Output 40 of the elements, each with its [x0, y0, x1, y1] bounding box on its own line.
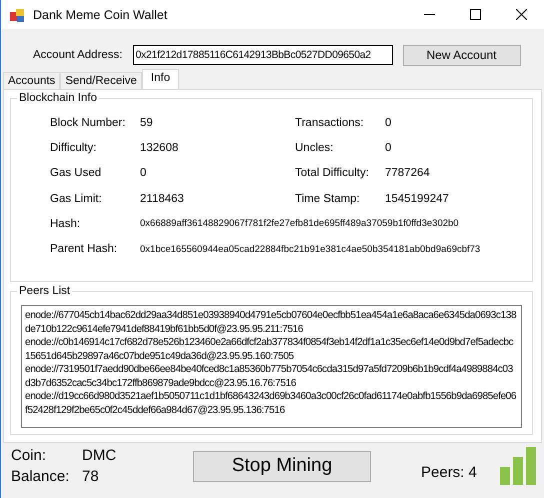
tab[interactable]: Accounts: [3, 72, 60, 89]
group-title: Peers List: [18, 285, 72, 297]
tab[interactable]: Info: [142, 69, 180, 89]
field-value: 1545199247: [385, 192, 450, 205]
balance-value: 78: [82, 468, 99, 485]
field-label: Gas Used: [50, 167, 102, 180]
field-value: 7787264: [385, 167, 431, 180]
peer-count: Peers: 4: [421, 464, 477, 480]
hash-value: 0x1bce165560944ea05cad22884fbc21b91e381c4ae50b354181ab0bd9a69cbf73: [140, 244, 480, 255]
group-title: Blockchain Info: [18, 92, 98, 104]
field-label: Gas Limit:: [50, 192, 103, 205]
field-label: Block Number:: [50, 116, 126, 129]
field-label: Uncles:: [295, 142, 334, 154]
new-account-button[interactable]: New Account: [402, 44, 520, 66]
close-icon[interactable]: [516, 9, 527, 20]
field-label: Hash:: [50, 218, 82, 230]
maximize-icon[interactable]: [470, 9, 481, 20]
account-address-field[interactable]: 0x21f212d17885116C6142913BbBc0527DD09650a2: [132, 45, 392, 65]
window-title: Dank Meme Coin Wallet: [33, 8, 168, 22]
balance-label: Balance:: [11, 468, 70, 485]
field-label: Transactions:: [295, 116, 365, 129]
hash-value: 0x66889aff36148829067f781f2fe27efb81de695ff489a37059b1f0ffd3e302b0: [140, 218, 459, 230]
stop-mining-button[interactable]: Stop Mining: [193, 450, 371, 482]
signal-bars-icon: [500, 447, 536, 485]
coin-label: Coin:: [11, 447, 48, 464]
app-icon: [9, 6, 25, 22]
field-label: Total Difficulty:: [295, 167, 370, 180]
peers-text-area[interactable]: enode://677045cb14bac62dd29aa34d851e03938940d4791e5cb07604e0ecfbb51ea454a1e6a8aca6e6345da0693c138de710b122c9614efe7941def88419bf61bb5d0f@23.95.95.211:7516 enode://c0b146914c17cf682d78e526b123460e2a66dfcf2ab377834f0854f3eb14f2df1a1c35ec6ef14e0d9bd7ef5adecbc15651d645b29897a46c07bde951c49da36d@23.95.95.160:7505 enode://7319501f7aedd90dbe66ee84be40fced8c1a85360b775b7054c6cda315d97a5fd7209b6b1b9cdf4a4989884c03d3b7d6352cac5c34bc172ffb869879ade9bdcc@23.95.16.76:7516 enode://d19cc66d980d3521aef1b5050711c1d1bf68643243d69b3460a3c00cf26c0fad61174e0abfb1556b9da6985efe06f52428f129f2be65c0f2c45ddef66a984d67@23.95.95.136:7516: [21, 305, 522, 428]
coin-value: DMC: [82, 447, 116, 464]
field-value: 2118463: [140, 192, 185, 205]
field-label: Difficulty:: [50, 142, 98, 154]
tab[interactable]: Send/Receive: [60, 72, 142, 89]
field-value: 59: [140, 116, 154, 129]
field-label: Time Stamp:: [295, 192, 361, 205]
field-value: 0: [385, 142, 392, 154]
field-value: 0: [385, 116, 392, 129]
field-value: 132608: [140, 142, 180, 154]
field-value: 0: [140, 167, 148, 180]
field-label: Parent Hash:: [50, 243, 118, 256]
account-address-label: Account Address:: [33, 49, 122, 61]
